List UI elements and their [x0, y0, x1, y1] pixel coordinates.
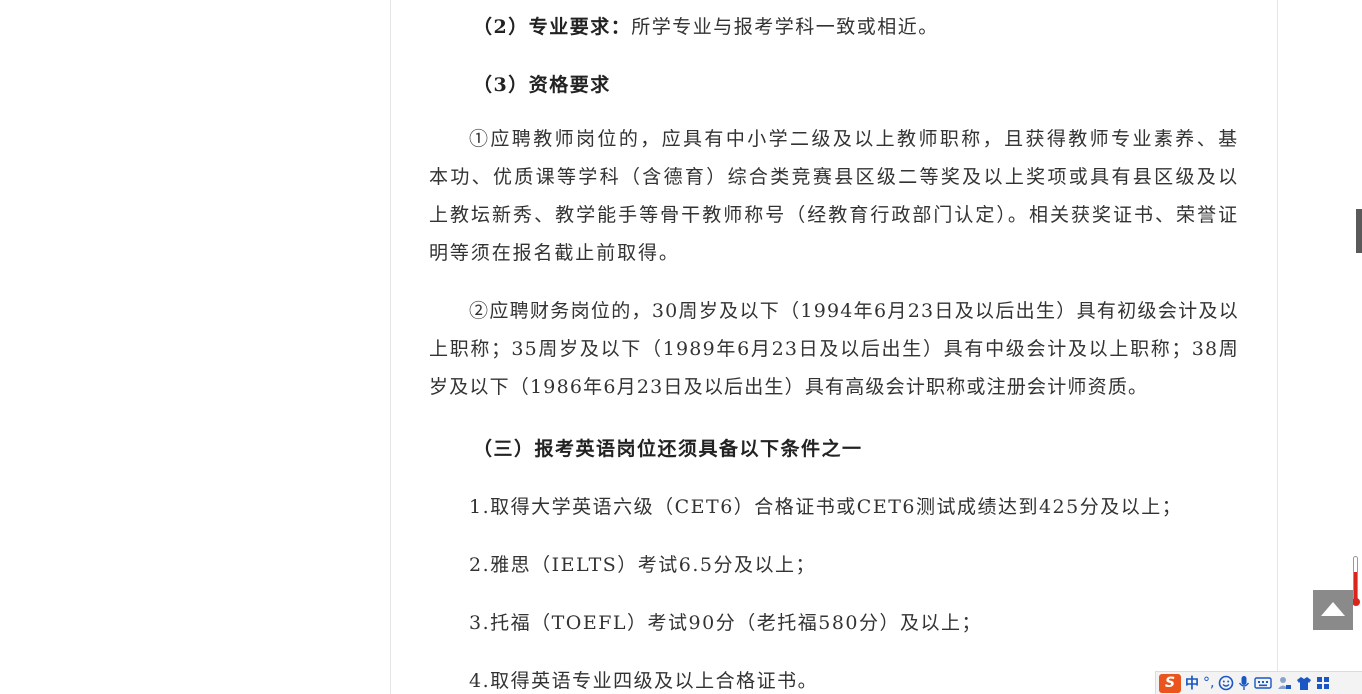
triangle-up-icon: [1321, 602, 1345, 616]
english-requirements-heading: （三）报考英语岗位还须具备以下条件之一: [473, 438, 863, 460]
english-item: 3.托福（TOEFL）考试90分（老托福580分）及以上；: [469, 612, 982, 634]
major-requirement-line: （2）专业要求：所学专业与报考学科一致或相近。: [473, 12, 939, 39]
reading-progress-icon: [1352, 556, 1360, 606]
english-item: 2.雅思（IELTS）考试6.5分及以上；: [469, 554, 816, 576]
user-icon[interactable]: [1276, 675, 1292, 691]
scrollbar-thumb[interactable]: [1356, 209, 1362, 253]
ime-mode-toggle[interactable]: 中: [1185, 673, 1199, 693]
major-requirement-label: （2）专业要求：: [473, 16, 632, 38]
ime-toolbar[interactable]: S 中 °,: [1155, 671, 1362, 694]
finance-qualification-paragraph: ②应聘财务岗位的，30周岁及以下（1994年6月23日及以后出生）具有初级会计及…: [429, 300, 1239, 398]
smiley-icon[interactable]: [1218, 675, 1234, 691]
shirt-icon[interactable]: [1296, 675, 1312, 691]
keyboard-icon[interactable]: [1254, 676, 1273, 690]
qualification-heading: （3）资格要求: [473, 74, 611, 96]
back-to-top-button[interactable]: [1313, 590, 1353, 630]
english-item: 4.取得英语专业四级及以上合格证书。: [469, 670, 819, 692]
english-item: 1.取得大学英语六级（CET6）合格证书或CET6测试成绩达到425分及以上；: [469, 496, 1183, 518]
ime-punctuation-toggle[interactable]: °,: [1203, 675, 1214, 691]
major-requirement-text: 所学专业与报考学科一致或相近。: [631, 16, 939, 38]
teacher-qualification-paragraph: ①应聘教师岗位的，应具有中小学二级及以上教师职称，且获得教师专业素养、基本功、优…: [429, 128, 1239, 264]
microphone-icon[interactable]: [1238, 675, 1250, 691]
grid-icon[interactable]: [1316, 676, 1330, 690]
article-page: （2）专业要求：所学专业与报考学科一致或相近。 （3）资格要求 ①应聘教师岗位的…: [390, 0, 1278, 694]
ime-logo[interactable]: S: [1159, 673, 1181, 693]
